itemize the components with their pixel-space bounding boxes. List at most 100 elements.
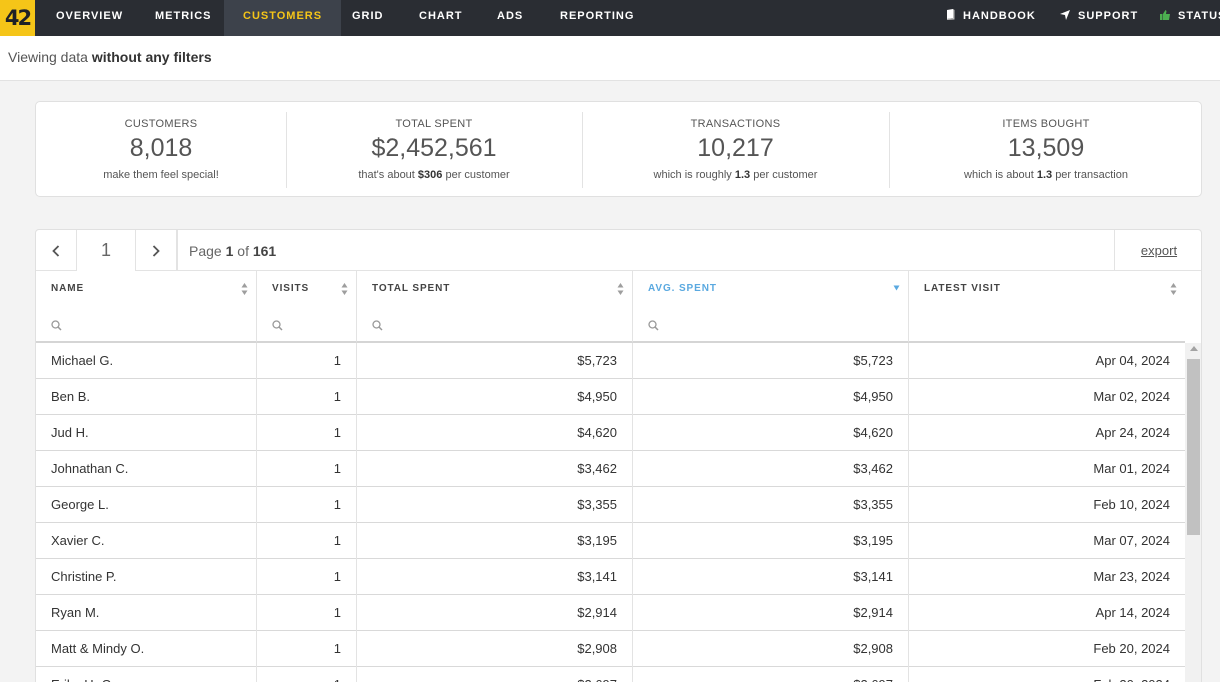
column-header-label: LATEST VISIT [924,283,1001,294]
table-scrollbar[interactable] [1185,343,1201,682]
scrollbar-thumb[interactable] [1187,359,1200,535]
search-icon [272,320,283,331]
nav-reporting[interactable]: REPORTING [560,0,634,36]
cell-avg-spent: $2,697 [633,667,909,682]
send-icon [1060,10,1070,20]
nav-customers[interactable]: CUSTOMERS [224,0,342,36]
page-number-input[interactable] [77,230,136,271]
cell-name: Michael G. [36,343,257,379]
table-row[interactable]: Erika H.-C.1$2,697$2,697Feb 20, 2024 [36,667,1185,682]
nav-handbook[interactable]: HANDBOOK [946,0,1036,36]
app-logo[interactable]: 42 [0,0,35,36]
nav-chart[interactable]: CHART [419,0,463,36]
table-row[interactable]: Michael G. 1 $5,723 $5,723 Apr 04, 2024 [36,343,1185,379]
cell-avg-spent: $4,950 [633,379,909,415]
cell-latest-visit: Mar 07, 2024 [1093,533,1170,548]
stat-value: 10,217 [697,134,774,162]
sort-icon [1170,283,1177,295]
cell-latest-visit: Apr 24, 2024 [1095,425,1170,440]
table-row[interactable]: Ryan M. 1 $2,914 $2,914 Apr 14, 2024 [36,595,1185,631]
cell-name: Christine P. [36,559,257,595]
pagination-bar: Page 1 of 161 export [36,230,1201,271]
filter-visits-input[interactable] [257,307,357,343]
prev-page-button[interactable] [36,230,77,271]
nav-metrics[interactable]: METRICS [155,0,212,36]
search-icon [648,320,659,331]
cell-total-spent: $4,620 [357,415,633,451]
stat-transactions: TRANSACTIONS 10,217 which is roughly 1.3… [582,112,889,188]
column-header-label: AVG. SPENT [648,283,717,294]
column-header-avg-spent[interactable]: AVG. SPENT [633,271,909,307]
nav-status-label: STATUS [1178,10,1220,22]
table-row[interactable]: Johnathan C. 1 $3,462 $3,462 Mar 01, 2024 [36,451,1185,487]
table-row[interactable]: Xavier C. 1 $3,195 $3,195 Mar 07, 2024 [36,523,1185,559]
cell-avg-spent: $3,141 [633,559,909,595]
cell-name: Ryan M. [36,595,257,631]
cell-total-spent: $2,908 [357,631,633,667]
cell-total-spent: $5,723 [357,343,633,379]
cell-total-spent: $4,950 [357,379,633,415]
thumbs-up-icon [1160,10,1170,20]
filter-name-input[interactable] [36,307,257,343]
filter-emphasis: without any filters [91,49,212,65]
cell-latest-visit: Apr 14, 2024 [1095,605,1170,620]
stat-label: TOTAL SPENT [395,118,473,130]
chevron-left-icon [52,244,60,257]
nav-support-label: SUPPORT [1078,10,1139,22]
book-icon [947,9,955,20]
chevron-right-icon [152,244,160,257]
scroll-up-arrow-icon[interactable] [1190,346,1198,351]
cell-visits: 1 [257,487,357,523]
column-header-visits[interactable]: VISITS [257,271,357,307]
nav-grid[interactable]: GRID [352,0,384,36]
nav-handbook-label: HANDBOOK [963,10,1036,22]
sort-icon [341,283,348,295]
cell-visits: 1 [257,667,357,682]
cell-visits: 1 [257,343,357,379]
cell-avg-spent: $3,195 [633,523,909,559]
table-row[interactable]: George L. 1 $3,355 $3,355 Feb 10, 2024 [36,487,1185,523]
stat-label: CUSTOMERS [124,118,198,130]
cell-visits: 1 [257,631,357,667]
cell-visits: 1 [257,559,357,595]
cell-latest-visit: Feb 20, 2024 [909,667,1185,682]
cell-latest-visit: Feb 10, 2024 [1093,497,1170,512]
cell-avg-spent: $3,462 [633,451,909,487]
pager-divider [177,230,178,271]
nav-ads[interactable]: ADS [497,0,523,36]
table-row[interactable]: Christine P. 1 $3,141 $3,141 Mar 23, 2024 [36,559,1185,595]
cell-total-spent: $3,141 [357,559,633,595]
filter-avg-spent-input[interactable] [633,307,909,343]
cell-visits: 1 [257,451,357,487]
cell-visits: 1 [257,595,357,631]
cell-avg-spent: $5,723 [633,343,909,379]
stat-subtext: which is about 1.3 per transaction [964,169,1128,181]
stats-card: CUSTOMERS 8,018 make them feel special! … [35,101,1202,197]
cell-latest-visit: Mar 02, 2024 [1093,389,1170,404]
table-row[interactable]: Jud H. 1 $4,620 $4,620 Apr 24, 2024 [36,415,1185,451]
sort-icon [241,283,248,295]
stat-subtext: which is roughly 1.3 per customer [653,169,818,181]
column-header-latest-visit[interactable]: LATEST VISIT [909,271,1185,307]
filter-latest-visit-cell [909,307,1185,343]
cell-name: Jud H. [36,415,257,451]
cell-total-spent: $3,195 [357,523,633,559]
filter-total-spent-input[interactable] [357,307,633,343]
column-header-total-spent[interactable]: TOTAL SPENT [357,271,633,307]
cell-latest-visit: Mar 23, 2024 [1093,569,1170,584]
nav-support[interactable]: SUPPORT [1060,0,1138,36]
sort-icon [617,283,624,295]
column-header-name[interactable]: NAME [36,271,257,307]
filter-summary[interactable]: Viewing data without any filters [8,49,212,65]
next-page-button[interactable] [136,230,177,271]
cell-avg-spent: $2,914 [633,595,909,631]
nav-overview[interactable]: OVERVIEW [56,0,123,36]
cell-latest-visit: Feb 20, 2024 [1093,641,1170,656]
stat-value: 13,509 [1007,134,1085,162]
export-link[interactable]: export [1114,230,1201,271]
column-header-label: VISITS [272,283,310,294]
nav-status[interactable]: STATUS [1160,0,1220,36]
table-row[interactable]: Matt & Mindy O. 1 $2,908 $2,908 Feb 20, 2024 [36,631,1185,667]
cell-name: Johnathan C. [36,451,257,487]
table-row[interactable]: Ben B. 1 $4,950 $4,950 Mar 02, 2024 [36,379,1185,415]
